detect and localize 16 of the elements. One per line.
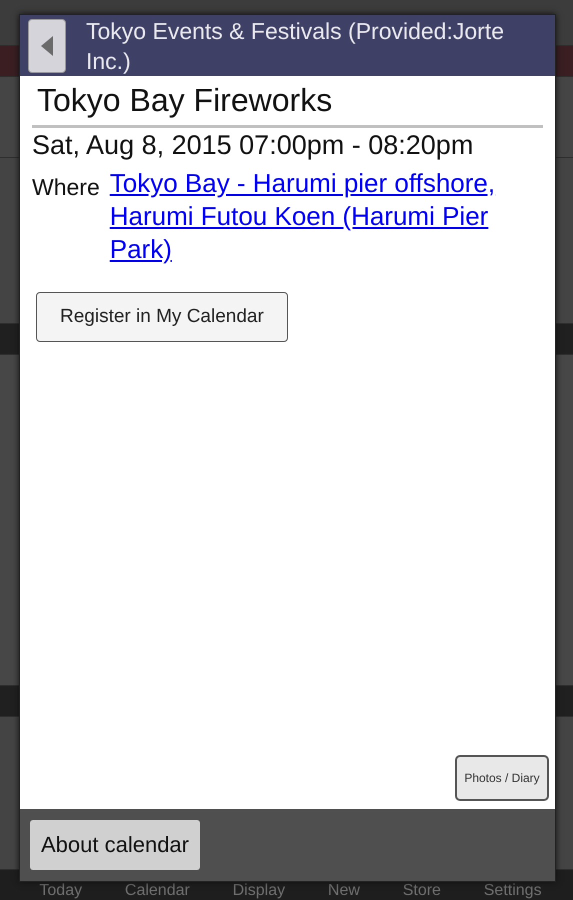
nav-tab[interactable]: Settings	[484, 882, 542, 900]
location-link[interactable]: Tokyo Bay - Harumi pier offshore, Harumi Futou Koen (Harumi Pier Park)	[110, 167, 543, 266]
back-icon	[40, 34, 54, 56]
nav-tab[interactable]: Store	[402, 882, 441, 900]
register-button[interactable]: Register in My Calendar	[36, 292, 288, 342]
back-button[interactable]	[28, 18, 66, 72]
where-label: Where	[32, 173, 100, 202]
nav-tab[interactable]: Today	[39, 882, 82, 900]
dialog-title: Tokyo Events & Festivals (Provided:Jorte Inc.)	[86, 16, 505, 76]
photos-diary-button[interactable]: Photos / Diary	[455, 755, 549, 801]
nav-tab[interactable]: Display	[232, 882, 286, 900]
event-datetime: Sat, Aug 8, 2015 07:00pm - 08:20pm	[32, 130, 474, 161]
nav-tab[interactable]: Calendar	[124, 882, 190, 900]
nav-tab[interactable]: New	[328, 882, 360, 900]
about-calendar-button[interactable]: About calendar	[30, 820, 200, 870]
event-title: Tokyo Bay Fireworks	[32, 80, 543, 128]
